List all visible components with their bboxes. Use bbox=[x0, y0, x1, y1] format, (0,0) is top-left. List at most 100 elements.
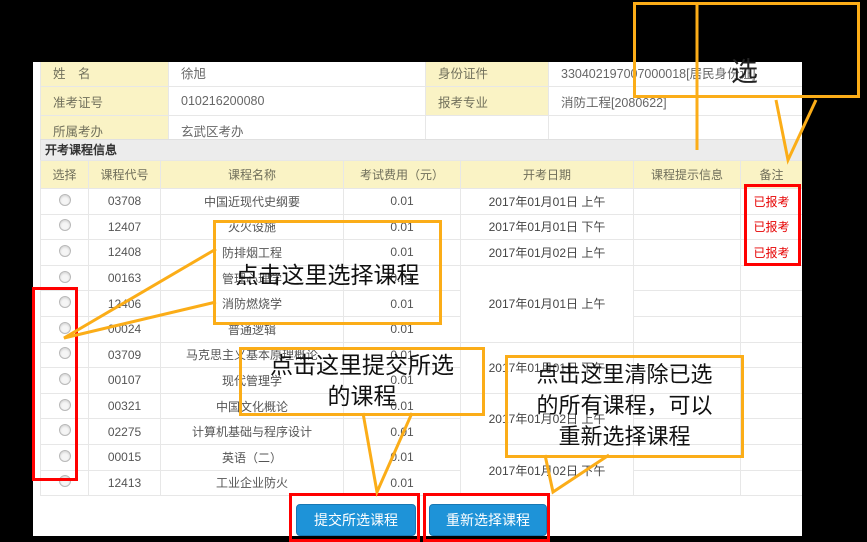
course-table-header-row: 选择 课程代号 课程名称 考试费用（元） 开考日期 课程提示信息 备注 bbox=[41, 161, 803, 189]
course-date-cell: 2017年01月01日 下午 bbox=[461, 342, 634, 393]
course-radio[interactable] bbox=[59, 347, 71, 359]
student-info-row: 姓 名 徐旭 身份证件 330402197007000018[居民身份证] bbox=[41, 62, 803, 87]
select-cell bbox=[41, 291, 89, 317]
course-hint-cell bbox=[634, 189, 741, 215]
course-fee-cell: 0.01 bbox=[344, 419, 461, 445]
submit-selected-courses-button[interactable]: 提交所选课程 bbox=[296, 504, 416, 536]
course-date-cell: 2017年01月02日 上午 bbox=[461, 393, 634, 444]
table-row: 02275 计算机基础与程序设计 0.01 bbox=[41, 419, 803, 445]
course-code-cell: 12406 bbox=[89, 291, 161, 317]
name-value: 徐旭 bbox=[169, 62, 426, 87]
course-fee-cell: 0.01 bbox=[344, 470, 461, 496]
course-code-cell: 03709 bbox=[89, 342, 161, 368]
select-cell bbox=[41, 470, 89, 496]
course-radio[interactable] bbox=[59, 219, 71, 231]
table-row: 03708 中国近现代史纲要 0.01 2017年01月01日 上午 已报考 bbox=[41, 189, 803, 215]
header-code: 课程代号 bbox=[89, 161, 161, 189]
course-name-cell: 普通逻辑 bbox=[161, 316, 344, 342]
course-remark-cell: 已报考 bbox=[741, 189, 803, 215]
course-remark-cell bbox=[741, 419, 803, 445]
course-radio[interactable] bbox=[59, 322, 71, 334]
course-table: 选择 课程代号 课程名称 考试费用（元） 开考日期 课程提示信息 备注 0370… bbox=[40, 160, 802, 496]
course-hint-cell bbox=[634, 291, 741, 317]
course-hint-cell bbox=[634, 240, 741, 266]
course-hint-cell bbox=[634, 393, 741, 419]
select-cell bbox=[41, 444, 89, 470]
header-hint: 课程提示信息 bbox=[634, 161, 741, 189]
exam-registration-page: 姓 名 徐旭 身份证件 330402197007000018[居民身份证] 准考… bbox=[33, 62, 802, 536]
course-radio[interactable] bbox=[59, 245, 71, 257]
course-name-cell: 中国文化概论 bbox=[161, 393, 344, 419]
course-remark-cell: 已报考 bbox=[741, 240, 803, 266]
table-row: 00321 中国文化概论 0.01 2017年01月02日 上午 bbox=[41, 393, 803, 419]
course-remark-cell bbox=[741, 291, 803, 317]
select-cell bbox=[41, 342, 89, 368]
student-info-row: 准考证号 010216200080 报考专业 消防工程[2080622] bbox=[41, 87, 803, 116]
course-code-cell: 00163 bbox=[89, 265, 161, 291]
course-date-cell: 2017年01月01日 下午 bbox=[461, 214, 634, 240]
course-name-cell: 马克思主义基本原理概论 bbox=[161, 342, 344, 368]
table-row: 00015 英语（二） 0.01 2017年01月02日 下午 bbox=[41, 444, 803, 470]
course-hint-cell bbox=[634, 265, 741, 291]
table-row: 12406 消防燃烧学 0.01 bbox=[41, 291, 803, 317]
id-card-value: 330402197007000018[居民身份证] bbox=[549, 62, 803, 87]
course-radio[interactable] bbox=[59, 194, 71, 206]
course-remark-cell bbox=[741, 342, 803, 368]
course-radio[interactable] bbox=[59, 373, 71, 385]
course-hint-cell bbox=[634, 342, 741, 368]
reselect-courses-button[interactable]: 重新选择课程 bbox=[429, 504, 547, 536]
select-cell bbox=[41, 393, 89, 419]
section-title: 开考课程信息 bbox=[40, 139, 802, 162]
major-value: 消防工程[2080622] bbox=[549, 87, 803, 116]
header-remark: 备注 bbox=[741, 161, 803, 189]
screenshot-canvas: 姓 名 徐旭 身份证件 330402197007000018[居民身份证] 准考… bbox=[0, 0, 867, 542]
select-cell bbox=[41, 265, 89, 291]
table-row: 12413 工业企业防火 0.01 bbox=[41, 470, 803, 496]
major-label: 报考专业 bbox=[426, 87, 549, 116]
course-code-cell: 02275 bbox=[89, 419, 161, 445]
course-hint-cell bbox=[634, 214, 741, 240]
course-fee-cell: 0.01 bbox=[344, 342, 461, 368]
course-radio[interactable] bbox=[59, 296, 71, 308]
course-code-cell: 12407 bbox=[89, 214, 161, 240]
select-cell bbox=[41, 419, 89, 445]
course-code-cell: 03708 bbox=[89, 189, 161, 215]
course-code-cell: 00024 bbox=[89, 316, 161, 342]
course-fee-cell: 0.01 bbox=[344, 444, 461, 470]
course-name-cell: 工业企业防火 bbox=[161, 470, 344, 496]
course-remark-cell bbox=[741, 316, 803, 342]
course-fee-cell: 0.01 bbox=[344, 393, 461, 419]
course-remark-cell bbox=[741, 368, 803, 394]
course-code-cell: 00321 bbox=[89, 393, 161, 419]
course-fee-cell: 0.01 bbox=[344, 214, 461, 240]
course-name-cell: 灭火设施 bbox=[161, 214, 344, 240]
course-hint-cell bbox=[634, 316, 741, 342]
course-date-cell: 2017年01月01日 上午 bbox=[461, 265, 634, 342]
course-radio[interactable] bbox=[59, 475, 71, 487]
course-fee-cell: 0.01 bbox=[344, 368, 461, 394]
course-name-cell: 中国近现代史纲要 bbox=[161, 189, 344, 215]
course-radio[interactable] bbox=[59, 450, 71, 462]
table-row: 00024 普通逻辑 0.01 bbox=[41, 316, 803, 342]
course-remark-cell bbox=[741, 265, 803, 291]
header-date: 开考日期 bbox=[461, 161, 634, 189]
course-radio[interactable] bbox=[59, 399, 71, 411]
course-hint-cell bbox=[634, 419, 741, 445]
course-remark-cell bbox=[741, 393, 803, 419]
course-fee-cell: 0.01 bbox=[344, 316, 461, 342]
course-radio[interactable] bbox=[59, 424, 71, 436]
table-row: 00163 管理心理学 0.01 2017年01月01日 上午 bbox=[41, 265, 803, 291]
course-code-cell: 00015 bbox=[89, 444, 161, 470]
course-fee-cell: 0.01 bbox=[344, 189, 461, 215]
course-hint-cell bbox=[634, 368, 741, 394]
course-remark-cell bbox=[741, 444, 803, 470]
course-hint-cell bbox=[634, 444, 741, 470]
course-name-cell: 计算机基础与程序设计 bbox=[161, 419, 344, 445]
course-remark-cell bbox=[741, 470, 803, 496]
course-name-cell: 现代管理学 bbox=[161, 368, 344, 394]
course-code-cell: 00107 bbox=[89, 368, 161, 394]
header-fee: 考试费用（元） bbox=[344, 161, 461, 189]
course-name-cell: 消防燃烧学 bbox=[161, 291, 344, 317]
course-name-cell: 管理心理学 bbox=[161, 265, 344, 291]
course-radio[interactable] bbox=[59, 271, 71, 283]
